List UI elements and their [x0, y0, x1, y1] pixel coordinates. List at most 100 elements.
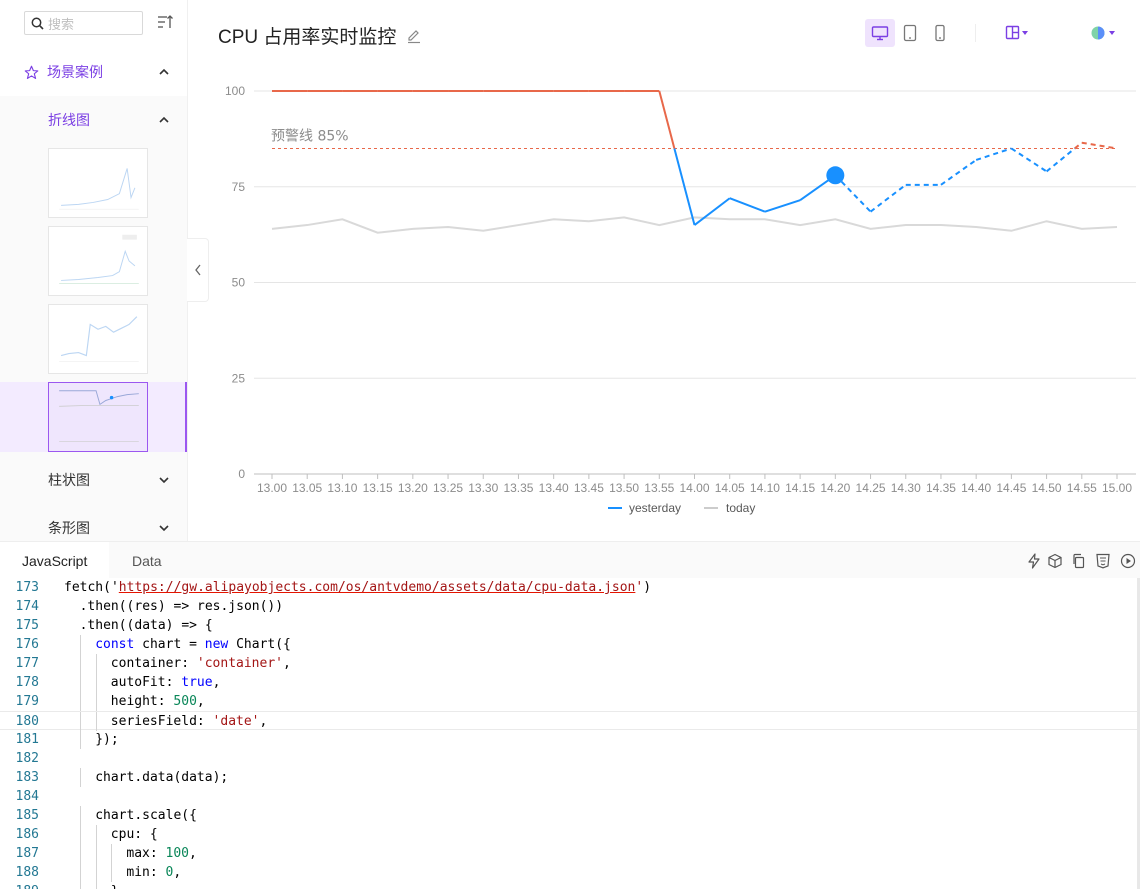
mobile-view-button[interactable]: [925, 19, 955, 47]
submenu-bar-chart[interactable]: 柱状图: [0, 456, 187, 504]
run-icon[interactable]: [1120, 553, 1136, 569]
indent-guide: [80, 768, 81, 787]
line-number: 178: [15, 675, 39, 690]
indent-guide: [95, 863, 97, 882]
code-line: 175 .then((data) => {: [0, 616, 1138, 635]
code-text: },: [111, 882, 127, 889]
line-number: 185: [15, 808, 39, 823]
line-number: 175: [15, 618, 39, 633]
code-line: 181});: [0, 730, 1138, 749]
submenu-label: 折线图: [48, 112, 90, 128]
chevron-down-icon: [159, 525, 169, 532]
line-number: 183: [15, 770, 39, 785]
tab-data[interactable]: Data: [110, 542, 184, 579]
indent-guide: [80, 692, 81, 711]
x-tick-label: 14.30: [891, 481, 921, 495]
indent-guide: [95, 654, 97, 673]
line-number: 186: [15, 827, 39, 842]
code-text: height: 500,: [110, 694, 205, 709]
x-tick-label: 13.30: [468, 481, 498, 495]
indent-guide: [111, 863, 113, 882]
code-editor[interactable]: 173 fetch('https://gw.alipayobjects.com/o…: [0, 578, 1140, 889]
lightning-icon[interactable]: [1026, 553, 1042, 569]
submenu-label: 柱状图: [48, 472, 90, 488]
desktop-view-button[interactable]: [865, 19, 895, 47]
toolbar-divider: [975, 24, 976, 42]
example-thumbnail-active[interactable]: [48, 382, 148, 452]
codesandbox-icon[interactable]: [1047, 553, 1063, 569]
thumbnail-image: [59, 234, 139, 284]
x-tick-label: 14.50: [1032, 481, 1062, 495]
sort-icon[interactable]: [156, 13, 174, 31]
layout-dropdown-button[interactable]: [1000, 19, 1036, 47]
series-line-yesterday: [729, 197, 766, 213]
code-text: container: 'container',: [110, 656, 291, 671]
code-line: 182: [0, 749, 1138, 768]
x-tick-label: 13.55: [644, 481, 674, 495]
x-tick-label: 13.40: [539, 481, 569, 495]
thumbnail-image: [59, 316, 139, 362]
search-input[interactable]: 搜索: [24, 11, 143, 35]
code-text: autoFit: true,: [110, 675, 221, 690]
layout-icon: [1005, 25, 1028, 40]
tablet-view-button[interactable]: [895, 19, 925, 47]
x-tick-label: 13.20: [398, 481, 428, 495]
code-line: 185 chart.scale({: [0, 806, 1138, 825]
line-number: 174: [15, 599, 39, 614]
x-tick-label: 15.00: [1102, 481, 1132, 495]
line-number: 176: [15, 637, 39, 652]
indent-guide: [80, 635, 81, 654]
x-tick-label: 14.25: [856, 481, 886, 495]
legend-label-today: today: [726, 501, 755, 515]
star-icon: [24, 65, 39, 79]
thumbnail-image: [59, 390, 139, 442]
x-tick-label: 14.00: [679, 481, 709, 495]
y-tick-label: 100: [225, 84, 245, 98]
search-placeholder: 搜索: [48, 16, 75, 32]
code-line: 187 max: 100,: [0, 844, 1138, 863]
x-tick-label: 13.05: [292, 481, 322, 495]
theme-dropdown-button[interactable]: [1086, 19, 1122, 47]
indent-guide: [80, 712, 81, 731]
copy-icon[interactable]: [1071, 553, 1087, 569]
indent-guide: [95, 825, 97, 844]
html5-icon[interactable]: [1095, 553, 1111, 569]
line-number: 182: [15, 751, 39, 766]
indent-guide: [95, 673, 97, 692]
tab-javascript[interactable]: JavaScript: [0, 542, 110, 579]
series-line-yesterday: [1010, 147, 1048, 173]
indent-guide: [95, 692, 97, 711]
code-text: .then((res) => res.json()): [79, 599, 284, 614]
line-number: 177: [15, 656, 39, 671]
indent-guide: [80, 673, 81, 692]
submenu-horizontal-bar-chart[interactable]: 条形图: [0, 504, 187, 541]
x-tick-label: 13.00: [257, 481, 287, 495]
app-root: 搜索 场景案例 折线图 柱状图 条形图 CPU 占用率实时监控 0 25 50 …: [0, 0, 1140, 889]
example-thumbnail[interactable]: [48, 226, 148, 296]
page-title-text: CPU 占用率实时监控: [218, 27, 397, 48]
indent-guide: [111, 844, 113, 863]
example-thumbnail[interactable]: [48, 304, 148, 374]
example-thumbnail[interactable]: [48, 148, 148, 218]
edit-icon[interactable]: [406, 28, 422, 44]
series-line-yesterday: [975, 147, 1012, 161]
menu-section-scene-cases[interactable]: 场景案例: [0, 48, 187, 96]
series-line-yesterday: [1081, 141, 1118, 150]
code-text: fetch('https://gw.alipayobjects.com/os/a…: [64, 580, 652, 595]
indent-guide: [80, 730, 81, 749]
indent-guide: [80, 863, 81, 882]
x-tick-label: 13.45: [574, 481, 604, 495]
line-number: 184: [15, 789, 39, 804]
code-text: });: [95, 732, 119, 747]
x-tick-label: 14.45: [996, 481, 1026, 495]
submenu-line-chart[interactable]: 折线图: [0, 96, 187, 144]
sidebar: 搜索 场景案例 折线图 柱状图 条形图: [0, 0, 187, 541]
indent-guide: [80, 825, 81, 844]
code-text: seriesField: 'date',: [110, 714, 268, 729]
line-number: 173: [15, 580, 39, 595]
x-tick-label: 14.35: [926, 481, 956, 495]
cpu-line-chart: 0 25 50 75 100 13.00 13.05 13.10 13.15 13.20 13.25…: [225, 84, 1136, 515]
editor-tabbar: JavaScript Data: [0, 541, 1140, 579]
indent-guide: [80, 806, 81, 825]
code-line: 189},: [0, 882, 1138, 889]
